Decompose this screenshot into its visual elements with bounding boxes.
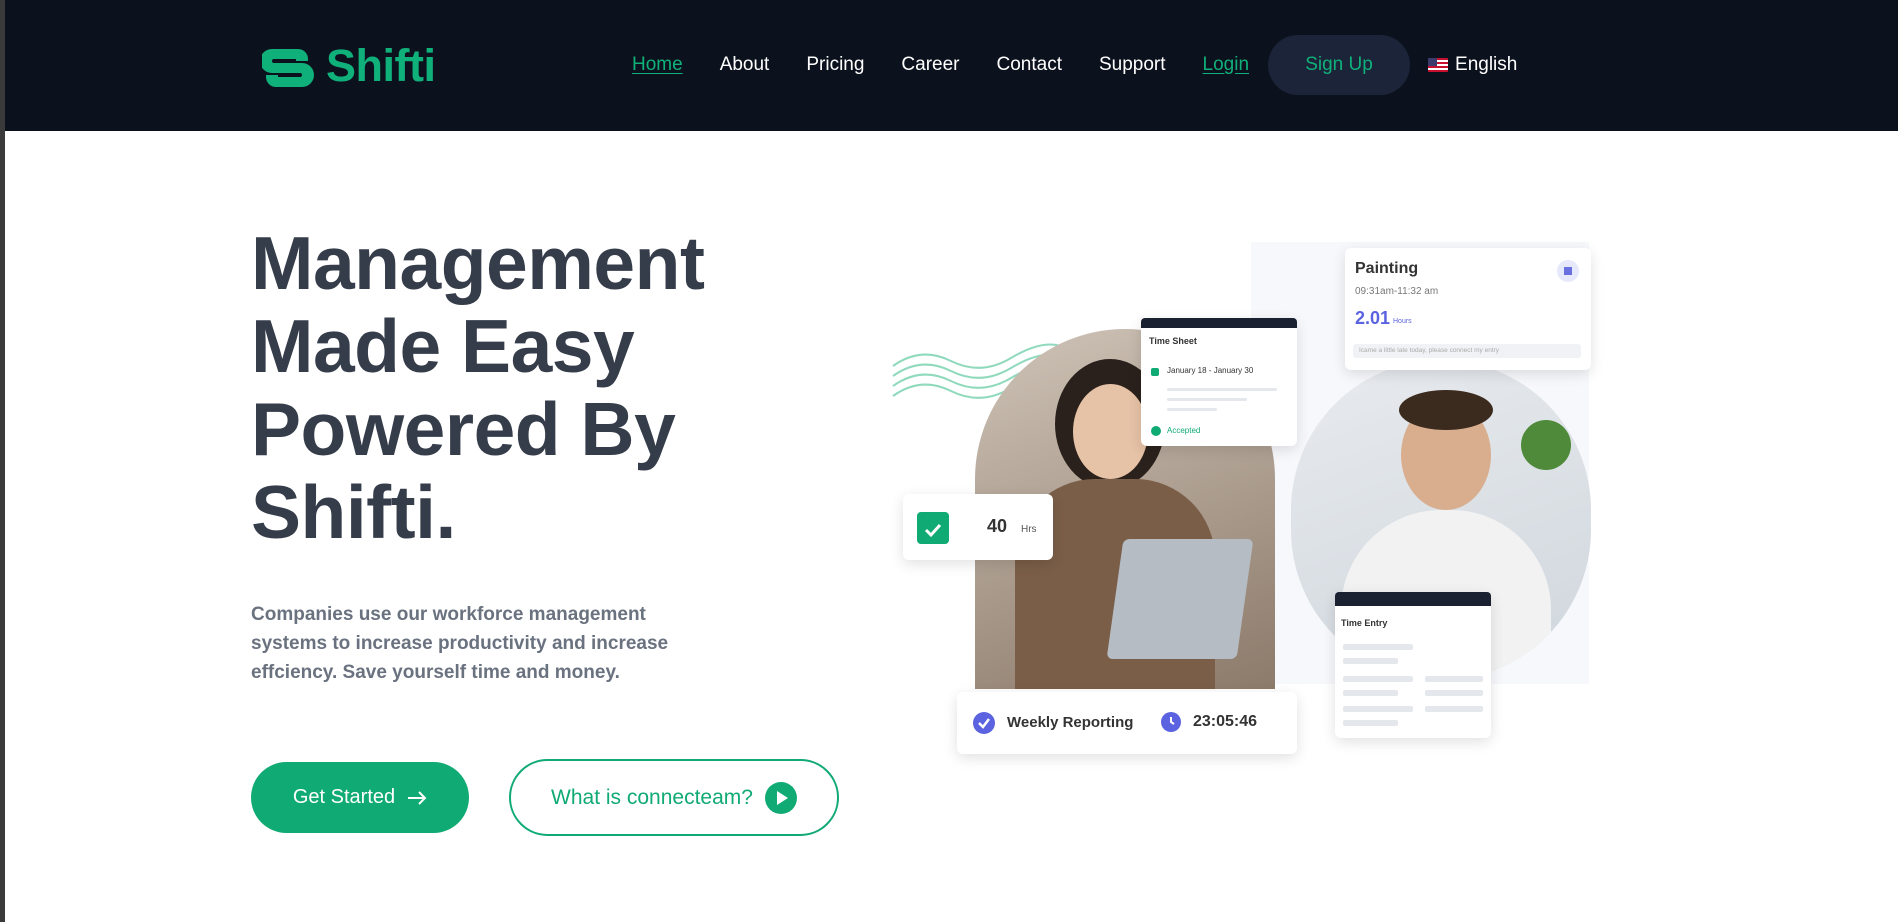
nav-support[interactable]: Support [1099,54,1166,76]
logo-text: Shifti [326,40,436,91]
site-header: Shifti Home About Pricing Career Contact… [5,0,1898,131]
painting-hours: 2.01 [1355,308,1391,328]
timesheet-card: Time Sheet January 18 - January 30 Accep… [1141,318,1297,446]
hero-title-line: Powered By [251,387,676,471]
hero-illustration: Painting 09:31am-11:32 am 2.01 Hours Ica… [891,240,1601,760]
hero-title-line: Made Easy [251,304,635,388]
us-flag-icon [1428,58,1449,72]
page: Shifti Home About Pricing Career Contact… [5,0,1898,922]
stop-icon [1557,260,1579,282]
hours-value: 40 [987,516,1008,536]
hours-unit: Hrs [1021,524,1037,535]
language-selector[interactable]: English [1428,54,1517,76]
reporting-timer: 23:05:46 [1193,713,1258,730]
hours-card: 40 Hrs [903,494,1053,560]
painting-card: Painting 09:31am-11:32 am 2.01 Hours Ica… [1345,248,1591,370]
painting-hours-unit: Hours [1393,318,1412,325]
logo[interactable]: Shifti [262,40,436,92]
hero-title-line: Shifti. [251,470,456,554]
check-mini-icon [1151,426,1161,436]
check-circle-icon [973,712,995,734]
card-titlebar [1335,592,1491,606]
what-is-label: What is connecteam? [551,785,753,809]
calendar-check-icon [917,512,949,544]
main-nav: Home About Pricing Career Contact Suppor… [632,35,1517,95]
nav-career[interactable]: Career [901,54,959,76]
arrow-right-icon [408,790,427,805]
nav-home[interactable]: Home [632,54,683,76]
reporting-label: Weekly Reporting [1007,714,1134,731]
hero-title-line: Management [251,221,705,305]
shifti-logo-icon [262,49,314,87]
language-label: English [1455,54,1518,75]
get-started-button[interactable]: Get Started [251,762,469,833]
nav-pricing[interactable]: Pricing [806,54,864,76]
nav-about[interactable]: About [720,54,770,76]
clock-icon [1161,712,1181,732]
play-icon [764,781,797,814]
timesheet-status: Accepted [1167,426,1201,435]
timesheet-range: January 18 - January 30 [1167,366,1254,375]
painting-title: Painting [1355,260,1419,277]
painting-time: 09:31am-11:32 am [1355,286,1439,297]
painting-note: Icame a little late today, please connec… [1353,344,1581,358]
what-is-button[interactable]: What is connecteam? [509,759,839,836]
card-titlebar [1141,318,1297,328]
hero-title: Management Made Easy Powered By Shifti. [251,222,771,554]
calendar-mini-icon [1151,368,1159,376]
nav-contact[interactable]: Contact [997,54,1062,76]
time-entry-title: Time Entry [1341,618,1388,628]
hero-description: Companies use our workforce management s… [251,604,669,683]
get-started-label: Get Started [292,786,396,808]
timesheet-title: Time Sheet [1149,336,1197,346]
signup-button[interactable]: Sign Up [1268,35,1411,95]
time-entry-card: Time Entry [1335,592,1491,738]
reporting-bar: Weekly Reporting 23:05:46 [957,692,1297,754]
login-link[interactable]: Login [1203,54,1250,76]
